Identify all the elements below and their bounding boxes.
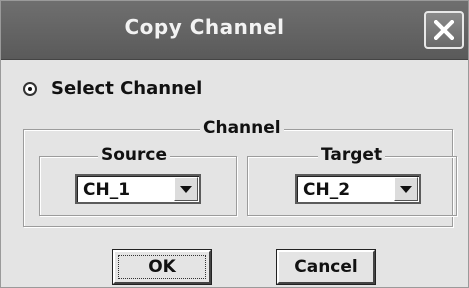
- source-channel-select[interactable]: CH_1: [75, 174, 201, 204]
- target-channel-select[interactable]: CH_2: [295, 174, 421, 204]
- dialog-title: Copy Channel: [124, 15, 285, 39]
- chevron-down-icon: [180, 186, 192, 193]
- target-group-label: Target: [318, 145, 386, 165]
- source-dropdown-button[interactable]: [174, 177, 198, 201]
- select-channel-label[interactable]: Select Channel: [51, 78, 202, 99]
- chevron-down-icon: [400, 186, 412, 193]
- title-bar[interactable]: Copy Channel: [1, 1, 468, 60]
- ok-focus-rectangle: [118, 255, 206, 279]
- cancel-button-label: Cancel: [294, 257, 358, 277]
- close-icon: [434, 20, 454, 40]
- source-channel-value: CH_1: [83, 180, 131, 200]
- channel-group-label: Channel: [200, 118, 284, 138]
- close-button[interactable]: [424, 11, 464, 49]
- radio-selected-dot: [28, 87, 32, 91]
- cancel-button[interactable]: Cancel: [276, 249, 376, 285]
- copy-channel-dialog: Copy Channel Select Channel Channel Sour…: [0, 0, 469, 288]
- ok-button[interactable]: OK: [112, 249, 212, 285]
- select-channel-radio[interactable]: [23, 82, 37, 96]
- source-group-label: Source: [98, 145, 171, 165]
- target-channel-value: CH_2: [303, 180, 351, 200]
- target-dropdown-button[interactable]: [394, 177, 418, 201]
